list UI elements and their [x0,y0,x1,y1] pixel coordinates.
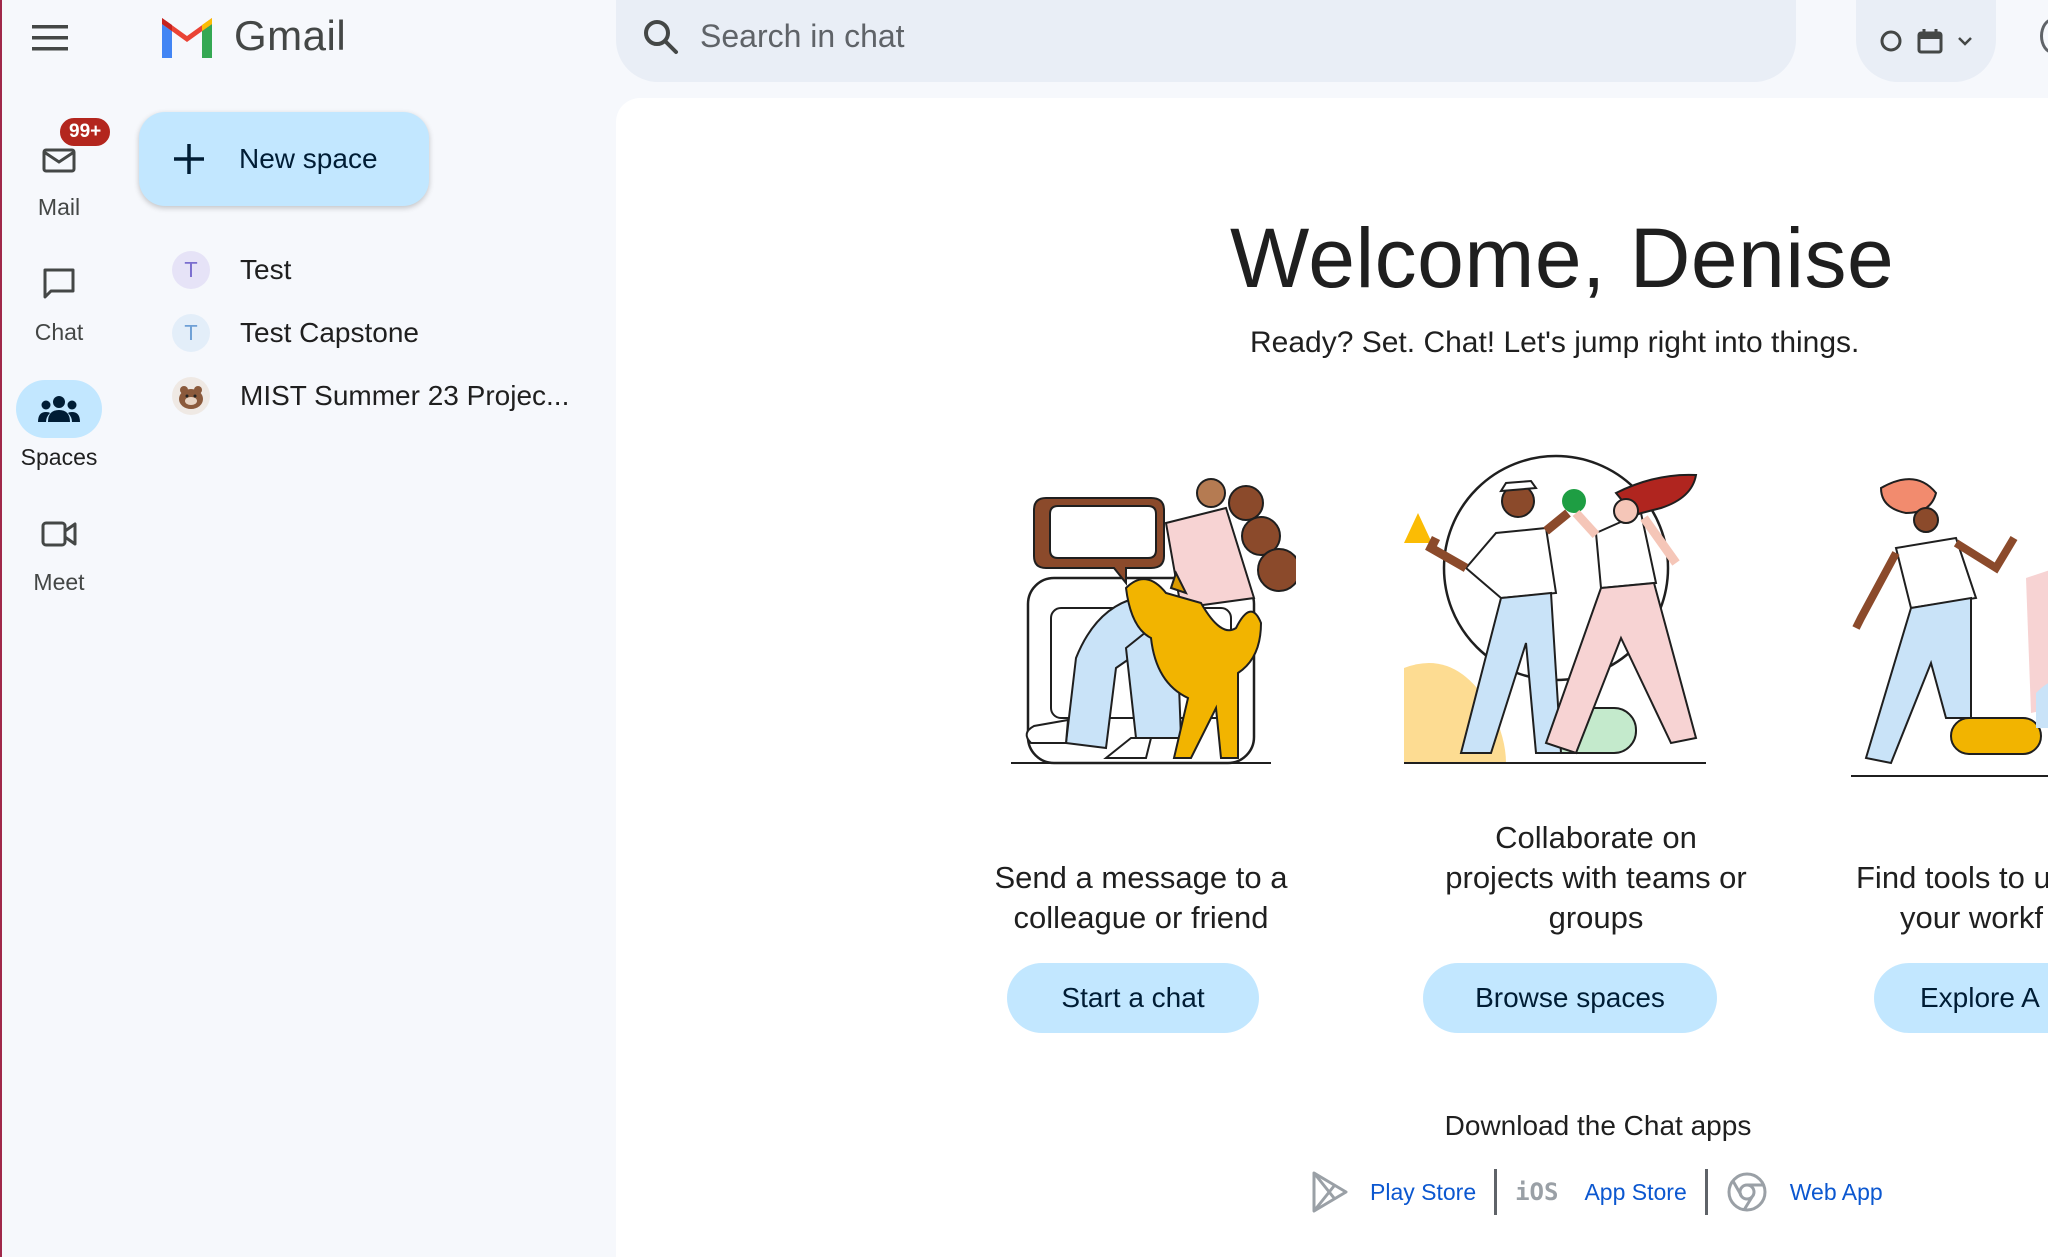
rail-label-chat: Chat [34,319,84,345]
space-item-test-capstone[interactable]: T Test Capstone [172,309,419,357]
unread-badge: 99+ [58,116,113,148]
space-label: Test [240,254,292,285]
account-avatar[interactable] [2040,18,2048,54]
chat-icon [43,268,75,299]
app-store-link[interactable]: App Store [1584,1179,1686,1206]
rail-item-chat[interactable]: Chat [2,255,116,346]
rail-item-spaces[interactable]: Spaces [2,380,116,471]
space-label: Test Capstone [240,317,419,348]
space-avatar: T [172,251,210,289]
chat-icon-wrap [16,255,102,313]
status-selector[interactable] [1856,0,1996,82]
divider [1704,1169,1708,1215]
space-label: MIST Summer 23 Projec... [240,380,570,411]
welcome-subtitle: Ready? Set. Chat! Let's jump right into … [1250,326,1860,359]
main-panel: Welcome, Denise Ready? Set. Chat! Let's … [616,98,2048,1257]
card-send-message-text: Send a message to a colleague or friend [966,858,1316,938]
download-title: Download the Chat apps [1444,1110,1752,1141]
spaces-icon-wrap [16,380,102,438]
explore-apps-button[interactable]: Explore A [1874,963,2048,1033]
search-input[interactable] [700,16,1760,56]
mail-icon [42,148,76,173]
rail-label-spaces: Spaces [20,444,98,470]
card-line: your workf [1900,900,2043,935]
card-line: Collaborate on [1495,820,1697,855]
hamburger-menu-icon [32,25,68,51]
card-find-tools-text: Find tools to u your workf [1856,858,2048,938]
spaces-sidebar: New space T Test T Test Capstone MIST Su… [116,82,614,1257]
divider [1494,1169,1498,1215]
mail-icon-wrap: 99+ [16,116,113,188]
card-line: Find tools to u [1856,860,2048,895]
rail-item-mail[interactable]: 99+ Mail [2,116,116,221]
play-store-link[interactable]: Play Store [1370,1179,1476,1206]
start-chat-button[interactable]: Start a chat [1007,963,1259,1033]
space-avatar [172,377,210,415]
new-space-button[interactable]: New space [139,112,429,206]
welcome-title: Welcome, Denise [1230,211,1895,305]
space-avatar: T [172,314,210,352]
status-circle-icon [1880,30,1902,52]
main-menu-button[interactable] [22,10,78,66]
new-space-label: New space [239,143,378,174]
video-camera-icon [41,521,77,547]
space-item-mist-summer[interactable]: MIST Summer 23 Projec... [172,372,569,420]
ios-icon: iOS [1515,1178,1559,1206]
search-bar[interactable] [616,0,1796,82]
gmail-m-icon [162,18,212,58]
meet-icon-wrap [16,505,102,563]
browse-spaces-button[interactable]: Browse spaces [1423,963,1717,1033]
illustration-collaborate [1404,454,1706,764]
people-group-icon [38,396,80,422]
otter-emoji-icon [179,386,203,409]
plus-icon [174,144,204,174]
card-line: groups [1548,900,1644,935]
chevron-down-icon [1958,37,1972,46]
rail-label-meet: Meet [33,569,85,595]
app-rail: 99+ Mail Chat Spaces Meet [2,82,116,1257]
search-icon[interactable] [640,16,682,58]
app-name: Gmail [234,12,347,59]
card-collaborate-text: Collaborate on projects with teams or gr… [1376,818,1816,938]
card-line: projects with teams or [1445,860,1747,895]
rail-item-meet[interactable]: Meet [2,505,116,596]
chrome-icon [1727,1172,1767,1212]
space-item-test[interactable]: T Test [172,246,291,294]
store-links: Play Store iOS App Store Web App [1310,1164,1883,1220]
illustration-find-tools [1851,478,2048,777]
web-app-link[interactable]: Web App [1790,1179,1883,1206]
play-store-icon [1312,1171,1348,1213]
calendar-icon [1917,29,1943,54]
rail-label-mail: Mail [37,194,81,220]
illustration-send-message [1011,478,1296,765]
gmail-logo[interactable]: Gmail [158,12,346,60]
card-line: Send a message to a [994,860,1288,895]
card-line: colleague or friend [1013,900,1269,935]
